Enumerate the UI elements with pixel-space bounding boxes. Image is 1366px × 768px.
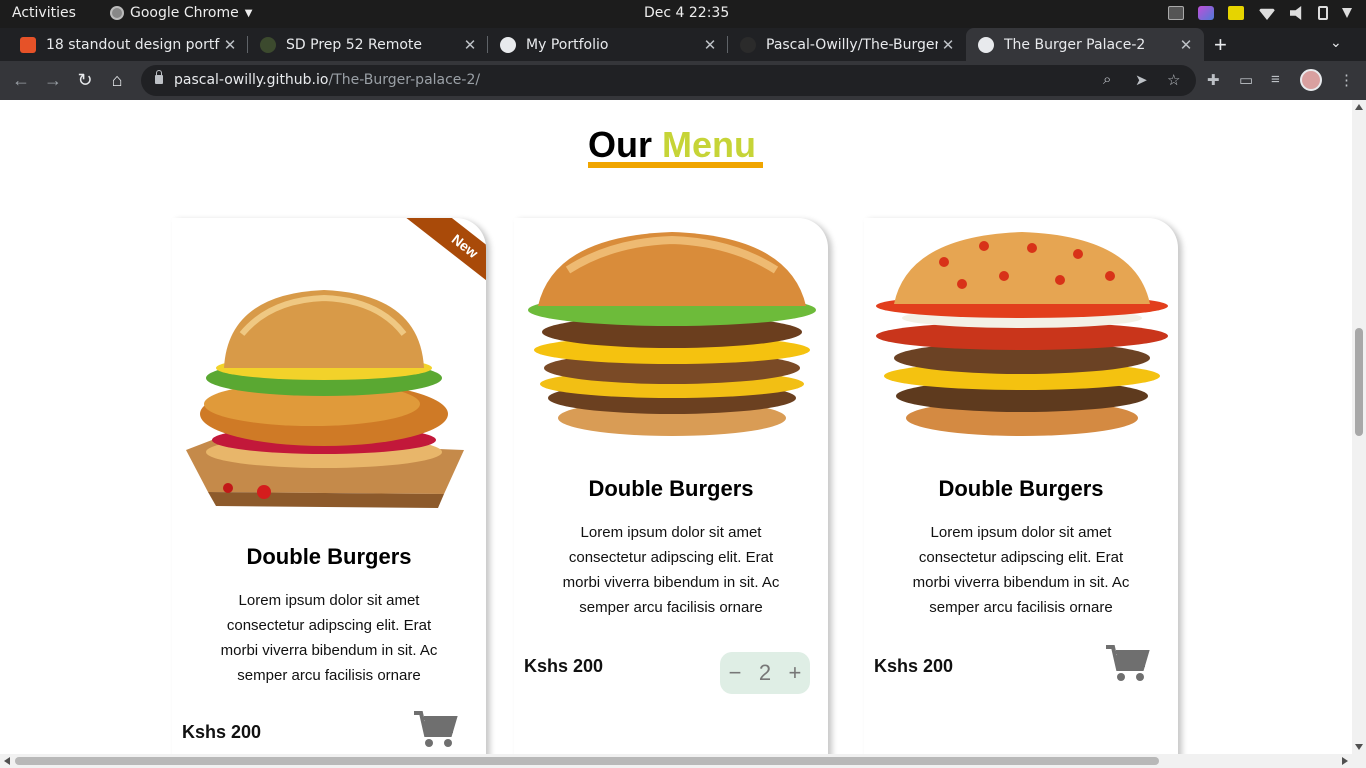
- scroll-right-icon[interactable]: [1342, 757, 1348, 765]
- url-path: /The-Burger-palace-2/: [328, 72, 481, 88]
- close-tab-icon[interactable]: ✕: [938, 36, 958, 54]
- url-text[interactable]: pascal-owilly.github.io/The-Burger-palac…: [174, 72, 480, 88]
- card-price: Kshs 200: [182, 722, 262, 742]
- url-host: pascal-owilly.github.io: [174, 72, 329, 88]
- notes-icon[interactable]: [1228, 6, 1244, 20]
- quantity-value: 2: [758, 660, 772, 685]
- media-control-icon[interactable]: ≡: [1271, 71, 1280, 88]
- tab-strip: 18 standout design portfo ✕ SD Prep 52 R…: [0, 28, 1366, 61]
- lock-icon[interactable]: [155, 70, 163, 84]
- tab-burger-palace[interactable]: The Burger Palace-2 ✕: [966, 28, 1204, 61]
- cart-icon[interactable]: [1104, 644, 1150, 682]
- power-menu-icon[interactable]: [1342, 8, 1352, 18]
- cheeseburger-image: [528, 232, 816, 436]
- horizontal-scrollbar[interactable]: [0, 754, 1366, 768]
- tab-title: Pascal-Owilly/The-Burger: [766, 36, 938, 53]
- address-bar[interactable]: pascal-owilly.github.io/The-Burger-palac…: [141, 65, 1196, 96]
- tab-title: My Portfolio: [526, 36, 609, 53]
- home-icon[interactable]: ⌂: [106, 70, 128, 90]
- section-heading: Our Menu: [588, 124, 756, 166]
- bookmark-star-icon[interactable]: ☆: [1167, 71, 1180, 89]
- system-top-bar: Activities Google Chrome ▼ Dec 4 22:35: [0, 0, 1366, 28]
- app-menu[interactable]: Google Chrome ▼: [110, 5, 252, 21]
- globe-icon: [978, 36, 994, 53]
- volume-icon[interactable]: [1290, 6, 1302, 20]
- menu-card: Double Burgers Lorem ipsum dolor sit ame…: [864, 218, 1178, 754]
- close-tab-icon[interactable]: ✕: [1176, 36, 1196, 54]
- battery-icon[interactable]: [1318, 6, 1328, 20]
- increment-button[interactable]: +: [788, 660, 801, 686]
- zoom-icon[interactable]: ⌕: [1103, 71, 1111, 88]
- scrollbar-thumb[interactable]: [1355, 328, 1363, 436]
- card-description: Lorem ipsum dolor sit amet consectetur a…: [220, 592, 438, 684]
- clock[interactable]: Dec 4 22:35: [644, 5, 729, 21]
- menu-card: New Double Burgers Lorem ipsum dolor sit…: [172, 218, 486, 754]
- tab-my-portfolio[interactable]: My Portfolio ✕: [488, 28, 728, 61]
- scroll-left-icon[interactable]: [4, 757, 10, 765]
- card-price: Kshs 200: [524, 656, 604, 676]
- forward-icon[interactable]: →: [42, 70, 64, 90]
- heading-accent: Menu: [662, 124, 757, 165]
- chrome-icon: [110, 6, 124, 20]
- card-description: Lorem ipsum dolor sit amet consectetur a…: [562, 524, 780, 616]
- quantity-stepper[interactable]: − 2 +: [720, 652, 810, 694]
- card-title: Double Burgers: [938, 476, 1104, 501]
- favicon-icon: [260, 36, 276, 53]
- activities-button[interactable]: Activities: [12, 5, 76, 21]
- scroll-down-icon[interactable]: [1355, 744, 1363, 750]
- wifi-icon[interactable]: [1258, 8, 1276, 20]
- tab-title: 18 standout design portfo: [46, 36, 220, 53]
- cart-icon[interactable]: [412, 710, 458, 748]
- new-tab-button[interactable]: +: [1214, 32, 1227, 58]
- favicon-icon: [20, 36, 36, 53]
- reload-icon[interactable]: ↻: [74, 70, 96, 90]
- tab-design-portfolio[interactable]: 18 standout design portfo ✕: [8, 28, 248, 61]
- globe-icon: [500, 36, 516, 53]
- browser-toolbar: ← → ↻ ⌂ pascal-owilly.github.io/The-Burg…: [0, 61, 1366, 100]
- app-indicator-icon[interactable]: [1198, 6, 1214, 20]
- tab-sd-prep[interactable]: SD Prep 52 Remote ✕: [248, 28, 488, 61]
- profile-avatar[interactable]: [1300, 69, 1322, 91]
- scrollbar-thumb[interactable]: [15, 757, 1159, 765]
- heading-underline: [588, 162, 763, 168]
- menu-kebab-icon[interactable]: ⋮: [1339, 71, 1354, 89]
- close-tab-icon[interactable]: ✕: [460, 36, 480, 54]
- close-tab-icon[interactable]: ✕: [220, 36, 240, 54]
- send-icon[interactable]: ➤: [1135, 71, 1148, 89]
- tab-search-icon[interactable]: ⌄: [1330, 34, 1342, 51]
- card-title: Double Burgers: [588, 476, 754, 501]
- chicken-burger-image: [186, 290, 464, 508]
- tab-title: SD Prep 52 Remote: [286, 36, 422, 53]
- cast-icon[interactable]: ▭: [1239, 71, 1253, 89]
- system-tray[interactable]: [1168, 6, 1352, 20]
- bacon-burger-image: [876, 232, 1168, 436]
- tab-title: The Burger Palace-2: [1004, 36, 1146, 53]
- close-tab-icon[interactable]: ✕: [700, 36, 720, 54]
- heading-main: Our: [588, 124, 653, 165]
- scroll-up-icon[interactable]: [1355, 104, 1363, 110]
- decrement-button[interactable]: −: [729, 660, 742, 686]
- menu-card: Double Burgers Lorem ipsum dolor sit ame…: [514, 218, 828, 754]
- card-description: Lorem ipsum dolor sit amet consectetur a…: [912, 524, 1130, 616]
- card-price: Kshs 200: [874, 656, 954, 676]
- vertical-scrollbar[interactable]: [1352, 100, 1366, 754]
- display-icon[interactable]: [1168, 6, 1184, 20]
- extensions-icon[interactable]: ✚: [1207, 71, 1220, 89]
- github-icon: [740, 36, 756, 53]
- tab-github-repo[interactable]: Pascal-Owilly/The-Burger ✕: [728, 28, 966, 61]
- back-icon[interactable]: ←: [10, 70, 32, 90]
- page-viewport: Our Menu New Double Burgers Lorem ipsum …: [0, 100, 1352, 754]
- card-title: Double Burgers: [246, 544, 412, 569]
- app-name: Google Chrome: [130, 5, 239, 21]
- chevron-down-icon: ▼: [244, 7, 253, 19]
